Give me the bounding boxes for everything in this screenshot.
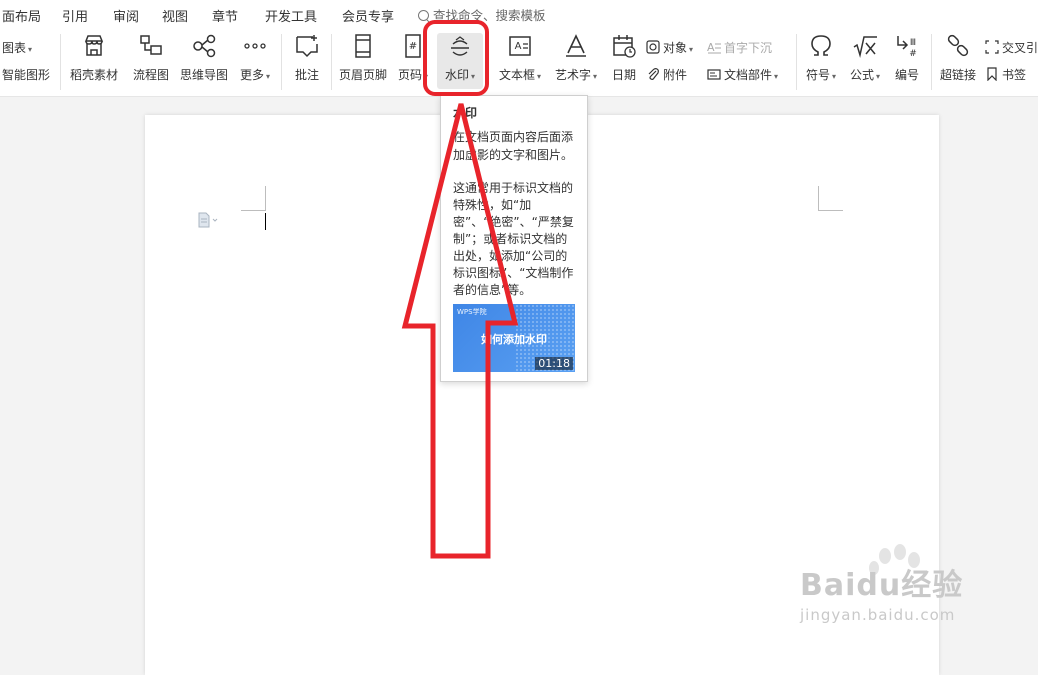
baidu-brand-watermark: Baidu经验 bbox=[800, 568, 964, 603]
baidu-url-watermark: jingyan.baidu.com bbox=[800, 606, 956, 624]
